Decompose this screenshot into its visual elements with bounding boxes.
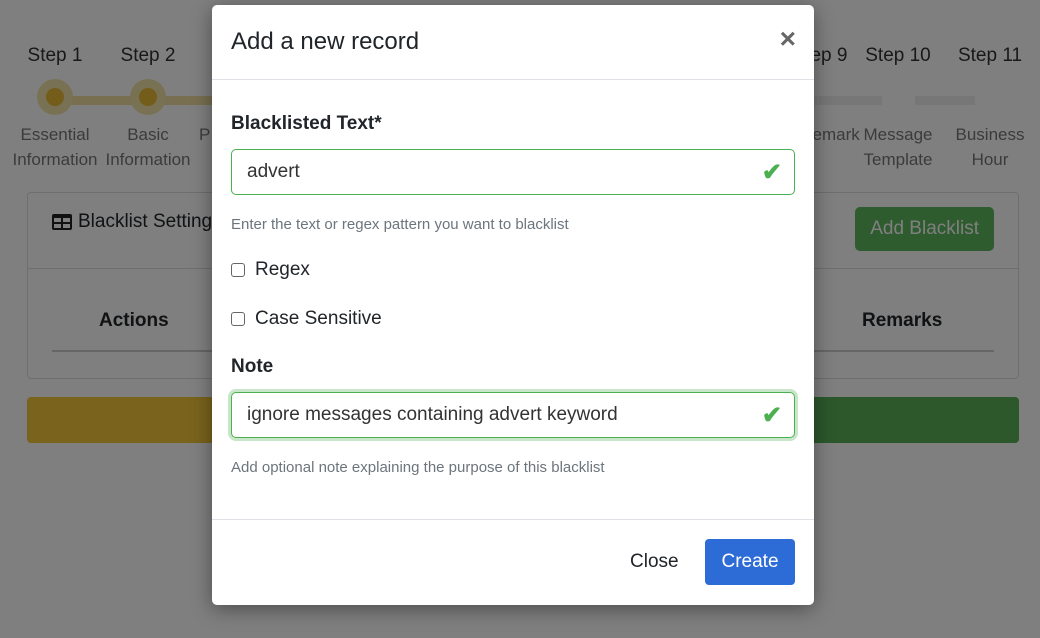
close-icon[interactable]: × — [780, 23, 796, 55]
checkbox-label: Regex — [255, 259, 310, 280]
checkbox-box[interactable] — [231, 263, 245, 277]
note-label: Note — [231, 356, 274, 377]
note-help: Add optional note explaining the purpose… — [231, 459, 605, 476]
checkbox-box[interactable] — [231, 312, 245, 326]
modal-footer-divider — [212, 519, 814, 520]
create-button[interactable]: Create — [705, 539, 795, 585]
note-input[interactable]: ignore messages containing advert keywor… — [231, 392, 795, 438]
check-icon: ✔ — [761, 402, 782, 429]
input-value: ignore messages containing advert keywor… — [247, 404, 618, 425]
regex-checkbox[interactable]: Regex — [231, 259, 310, 281]
blacklisted-text-help: Enter the text or regex pattern you want… — [231, 216, 569, 233]
check-icon: ✔ — [761, 159, 782, 186]
blacklisted-text-label: Blacklisted Text* — [231, 113, 382, 134]
blacklisted-text-input[interactable]: advert ✔ — [231, 149, 795, 195]
checkbox-label: Case Sensitive — [255, 308, 382, 329]
add-record-modal: Add a new record × Blacklisted Text* adv… — [212, 5, 814, 605]
case-sensitive-checkbox[interactable]: Case Sensitive — [231, 308, 382, 330]
modal-title: Add a new record — [231, 28, 420, 55]
close-button[interactable]: Close — [630, 551, 679, 573]
input-value: advert — [247, 161, 300, 182]
